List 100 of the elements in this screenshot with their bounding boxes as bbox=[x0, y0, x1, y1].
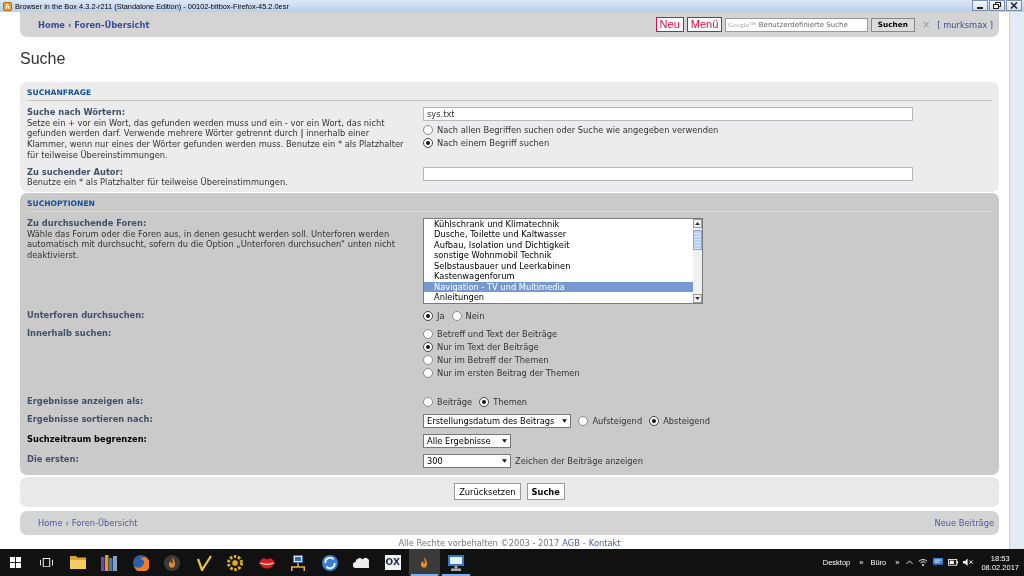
breadcrumb-link[interactable]: Home bbox=[38, 19, 65, 30]
radio-label[interactable]: Nach einem Begriff suchen bbox=[437, 138, 550, 148]
radio-button[interactable] bbox=[423, 354, 433, 365]
radio-button[interactable] bbox=[451, 310, 462, 321]
field-label: Innerhalb suchen: bbox=[27, 327, 113, 339]
radio-label[interactable]: Nein bbox=[465, 310, 485, 321]
field-label: Unterforen durchsuchen: bbox=[27, 309, 146, 321]
radio-label[interactable]: Betreff und Text der Beiträge bbox=[437, 328, 558, 339]
field-label: Ergebnisse anzeigen als: bbox=[27, 395, 145, 407]
radio-button[interactable] bbox=[423, 367, 433, 378]
radio-label[interactable]: Nur im Betreff der Themen bbox=[437, 354, 549, 365]
radio-button[interactable] bbox=[423, 328, 433, 339]
sync-icon bbox=[321, 554, 338, 571]
field-label: Suchzeitraum begrenzen: bbox=[27, 433, 148, 445]
breadcrumb-link[interactable]: Home bbox=[38, 517, 63, 528]
radio-label[interactable]: Nach allen Begriffen suchen oder Suche wie angegeben verwenden bbox=[437, 125, 719, 135]
scroll-thumb[interactable] bbox=[693, 229, 702, 250]
footer-link[interactable]: Kontakt bbox=[588, 537, 621, 548]
radio-button[interactable] bbox=[479, 396, 490, 407]
radio-button[interactable] bbox=[578, 415, 589, 426]
scroll-down-icon[interactable] bbox=[693, 293, 702, 303]
field-note: Zeichen der Beiträge anzeigen bbox=[515, 455, 643, 466]
page-scrollbar[interactable] bbox=[1009, 12, 1024, 549]
lips-icon bbox=[258, 556, 275, 569]
message-icon[interactable] bbox=[933, 558, 944, 567]
radio-label[interactable]: Beiträge bbox=[437, 396, 473, 407]
close-button[interactable] bbox=[1006, 0, 1022, 11]
folder-icon bbox=[69, 556, 86, 569]
breadcrumb-separator: ‹ bbox=[67, 19, 72, 30]
taskbar-button[interactable] bbox=[408, 549, 440, 576]
battery-icon[interactable] bbox=[948, 559, 959, 566]
help-text: Setze ein + vor ein Wort, das gefunden werden muss und ein - vor ein Wort, das nicht gefunden werden darf. Verwende mehrere Wörter getrennt durch | innerhalb einer Klammer, wenn nur eines der Wörter gefunden werden muss. Benutze ein * als Platzhalter für teilweise Übereinstimmungen. bbox=[27, 117, 405, 161]
list-option[interactable]: sonstige Wohnmobil Technik bbox=[424, 250, 693, 261]
dropdown[interactable]: Alle Ergebnisse bbox=[423, 433, 511, 448]
text-field[interactable] bbox=[423, 166, 913, 181]
minimize-button[interactable] bbox=[972, 0, 988, 11]
close-icon bbox=[1010, 2, 1018, 9]
list-option[interactable]: Selbstausbauer und Leerkabinen bbox=[424, 260, 693, 272]
radio-label[interactable]: Nur im Text der Beiträge bbox=[437, 341, 539, 352]
submit-button[interactable]: Suche bbox=[526, 483, 565, 501]
reset-button[interactable]: Zurücksetzen bbox=[454, 483, 521, 501]
breadcrumb-link[interactable]: Foren-Übersicht bbox=[74, 19, 150, 30]
radio-label[interactable]: Aufsteigend bbox=[592, 415, 643, 426]
list-scrollbar[interactable] bbox=[693, 218, 702, 303]
checkmark-icon bbox=[195, 554, 212, 571]
list-option[interactable]: Kastenwagenforum bbox=[424, 271, 693, 282]
taskbar-button[interactable]: OX bbox=[377, 549, 409, 576]
link-separator: - bbox=[582, 537, 586, 548]
muted-speaker-icon[interactable] bbox=[963, 558, 974, 567]
breadcrumb-link[interactable]: Foren-Übersicht bbox=[71, 517, 138, 528]
user-link[interactable]: [ murksmax ] bbox=[937, 19, 994, 30]
footer-link[interactable]: AGB bbox=[562, 537, 580, 548]
cloud-icon bbox=[353, 557, 370, 568]
monitor-icon bbox=[447, 554, 464, 571]
restore-icon bbox=[993, 2, 1001, 9]
list-option[interactable]: Aufbau, Isolation und Dichtigkeit bbox=[424, 239, 693, 251]
flame-icon bbox=[164, 554, 181, 571]
radio-button[interactable] bbox=[423, 125, 433, 135]
radio-button[interactable] bbox=[423, 396, 433, 407]
page-heading: Suche bbox=[20, 50, 67, 68]
dropdown[interactable]: 300 bbox=[423, 453, 511, 468]
radio-button[interactable] bbox=[423, 310, 433, 321]
field-label: Die ersten: bbox=[27, 453, 80, 465]
four-squares-icon bbox=[9, 557, 21, 568]
network-computer-icon bbox=[290, 554, 307, 571]
task-view-icon bbox=[39, 557, 53, 568]
dropdown[interactable]: Erstellungsdatum des Beitrags bbox=[423, 413, 572, 428]
field-label: Ergebnisse sortieren nach: bbox=[27, 413, 154, 425]
app-logo: OX bbox=[384, 555, 401, 570]
caret-icon bbox=[502, 438, 507, 443]
list-option[interactable]: Dusche, Toilette und Kaltwasser bbox=[424, 229, 693, 240]
globe-icon bbox=[132, 554, 149, 571]
radio-button[interactable] bbox=[423, 341, 433, 352]
nav-button[interactable]: Neu bbox=[655, 17, 684, 32]
nav-button[interactable]: Menü bbox=[686, 17, 723, 32]
text-field[interactable]: sys.txt bbox=[423, 107, 913, 121]
help-text: Wähle das Forum oder die Foren aus, in denen gesucht werden soll. Unterforen werden automatisch mit durchsucht, sofern du die Option „Unterforen durchsuchen“ unten nicht deaktivierst. bbox=[27, 228, 397, 261]
scroll-up-icon[interactable] bbox=[693, 218, 702, 228]
chevron-up-icon[interactable] bbox=[906, 560, 914, 565]
caret-icon bbox=[562, 418, 568, 423]
field-label: Zu durchsuchende Foren: bbox=[27, 217, 148, 229]
books-icon bbox=[101, 554, 118, 571]
breadcrumb-separator: ‹ bbox=[65, 517, 69, 528]
radio-button[interactable] bbox=[649, 415, 660, 426]
new-posts-link[interactable]: Neue Beiträge bbox=[934, 517, 994, 528]
help-text: Benutze ein * als Platzhalter für teilweise Übereinstimmungen. bbox=[27, 177, 289, 188]
list-option[interactable]: Kühlschrank und Klimatechnik bbox=[424, 218, 693, 230]
copyright-text: Alle Rechte vorbehalten ©2003 - 2017 bbox=[398, 537, 560, 548]
radio-label[interactable]: Absteigend bbox=[663, 415, 710, 426]
caret-icon bbox=[502, 458, 507, 463]
radio-label[interactable]: Themen bbox=[493, 396, 528, 407]
field-label: Zu suchender Autor: bbox=[27, 166, 124, 178]
list-option[interactable]: Anleitungen bbox=[424, 292, 693, 303]
radio-label[interactable]: Ja bbox=[437, 310, 445, 321]
radio-button[interactable] bbox=[423, 138, 433, 148]
sun-icon bbox=[227, 554, 244, 571]
field-label: Suche nach Wörtern: bbox=[27, 107, 126, 118]
wifi-icon[interactable] bbox=[918, 558, 929, 567]
restore-button[interactable] bbox=[989, 0, 1005, 11]
radio-label[interactable]: Nur im ersten Beitrag der Themen bbox=[437, 367, 580, 378]
